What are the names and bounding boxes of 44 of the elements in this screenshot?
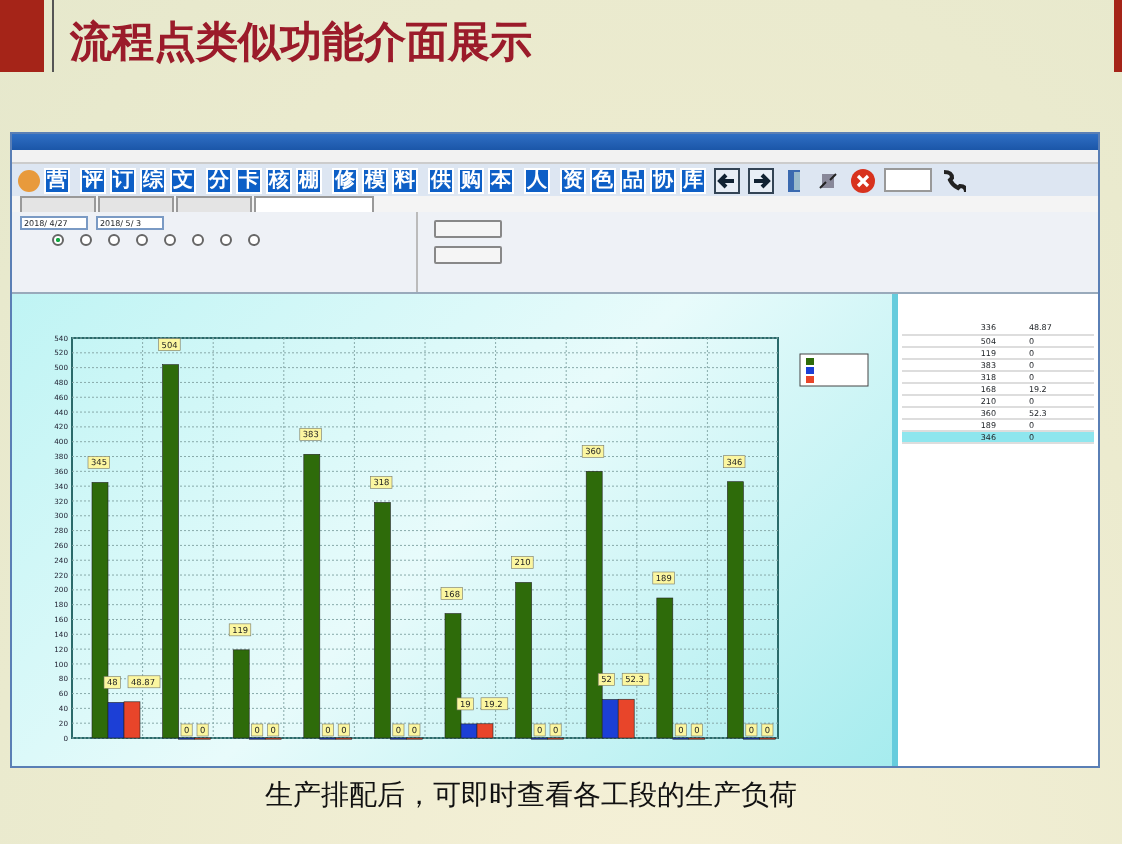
toolbar-button[interactable]: 资 bbox=[560, 167, 586, 193]
toolbar-button[interactable]: 营 bbox=[44, 167, 70, 193]
accent-bar bbox=[1114, 0, 1122, 72]
toolbar-button[interactable]: 订 bbox=[110, 167, 136, 193]
export-button[interactable] bbox=[434, 246, 502, 264]
toolbar-button[interactable]: 供 bbox=[428, 167, 454, 193]
analysis-button[interactable] bbox=[434, 220, 502, 238]
toolbar-button[interactable]: 库 bbox=[680, 167, 706, 193]
toolbar-button[interactable]: 人 bbox=[524, 167, 550, 193]
accent-bar bbox=[0, 0, 44, 72]
close-icon[interactable] bbox=[850, 167, 876, 193]
toolbar-button[interactable]: 品 bbox=[620, 167, 646, 193]
input-field[interactable] bbox=[884, 168, 932, 192]
toolbar-button[interactable]: 色 bbox=[590, 167, 616, 193]
toolbar-button[interactable]: 购 bbox=[458, 167, 484, 193]
slide-title: 流程点类似功能介面展示 bbox=[52, 0, 532, 72]
bar bbox=[617, 698, 635, 739]
phone-icon[interactable] bbox=[940, 167, 966, 193]
toolbar-button[interactable]: 本 bbox=[488, 167, 514, 193]
radio-button[interactable] bbox=[164, 234, 176, 246]
toolbar-button[interactable]: 综 bbox=[140, 167, 166, 193]
toolbar-button[interactable]: 模 bbox=[362, 167, 388, 193]
tab[interactable] bbox=[254, 196, 374, 212]
toolbar-button[interactable]: 文 bbox=[170, 167, 196, 193]
radio-button[interactable] bbox=[108, 234, 120, 246]
caption: 生产排配后，可即时查看各工段的生产负荷 bbox=[263, 778, 799, 816]
toolbar-button[interactable]: 棚 bbox=[296, 167, 322, 193]
radio-button[interactable] bbox=[248, 234, 260, 246]
toolbar-button[interactable]: 核 bbox=[266, 167, 292, 193]
legend bbox=[799, 353, 869, 387]
radio-button[interactable] bbox=[52, 234, 64, 246]
toolbar-button[interactable]: 卡 bbox=[236, 167, 262, 193]
forward-icon[interactable] bbox=[748, 167, 774, 193]
toolbar-button[interactable]: 修 bbox=[332, 167, 358, 193]
bar bbox=[123, 701, 141, 739]
toolbar-button[interactable]: 评 bbox=[80, 167, 106, 193]
radio-button[interactable] bbox=[220, 234, 232, 246]
radio-button[interactable] bbox=[136, 234, 148, 246]
toolbar-button[interactable]: 料 bbox=[392, 167, 418, 193]
toolbar-button[interactable]: 分 bbox=[206, 167, 232, 193]
radio-button[interactable] bbox=[80, 234, 92, 246]
toolbar-button[interactable]: 协 bbox=[650, 167, 676, 193]
radio-button[interactable] bbox=[192, 234, 204, 246]
back-icon[interactable] bbox=[714, 167, 740, 193]
